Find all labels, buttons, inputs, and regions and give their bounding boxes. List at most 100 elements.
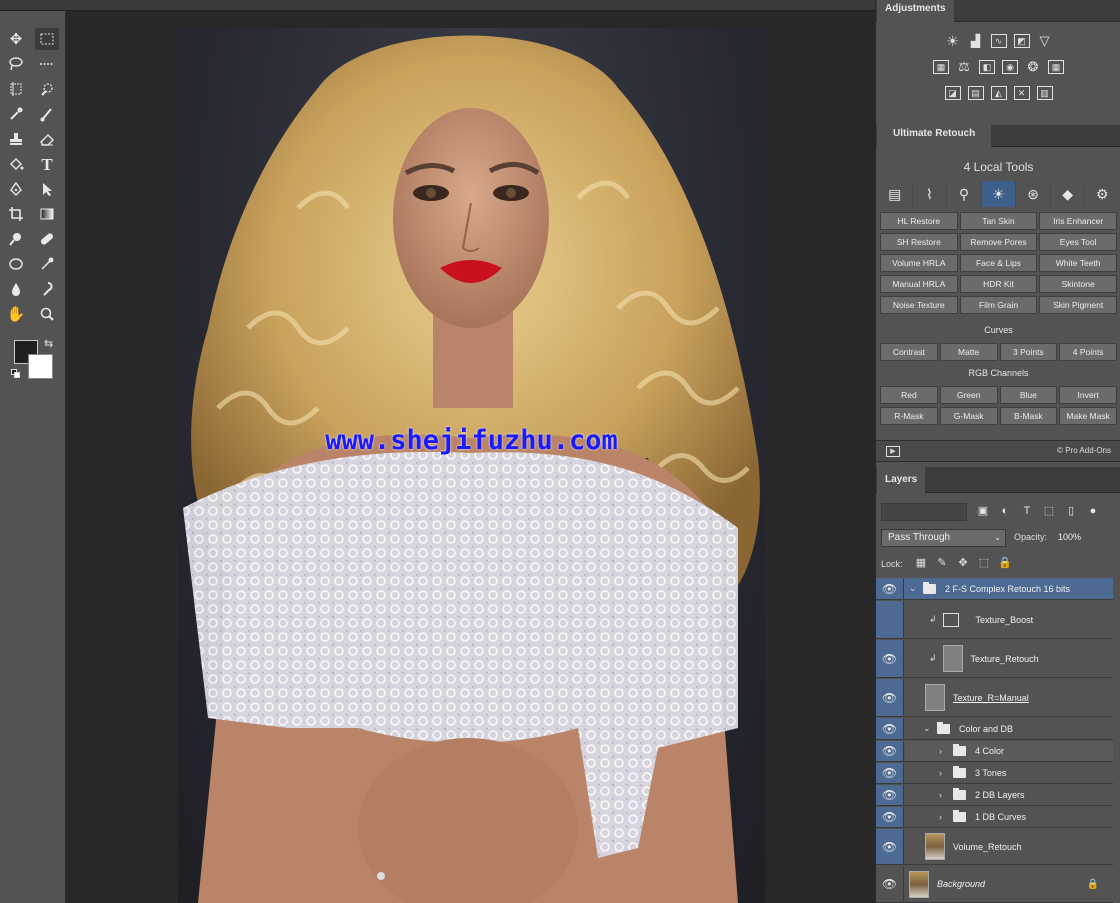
filter-toggle-icon[interactable]: ● <box>1086 503 1100 519</box>
tan-skin-button[interactable]: Tan Skin <box>959 212 1038 230</box>
white-teeth-button[interactable]: White Teeth <box>1039 254 1117 272</box>
image-filter-icon[interactable]: ▣ <box>976 503 990 519</box>
iris-enhancer-button[interactable]: Iris Enhancer <box>1039 212 1117 230</box>
layer-row[interactable]: 👁 ⌄ 2 F-S Complex Retouch 16 bits <box>876 578 1113 600</box>
four-points-button[interactable]: 4 Points <box>1059 343 1117 361</box>
red-button[interactable]: Red <box>880 386 938 404</box>
tab-layers[interactable]: Layers <box>877 467 926 493</box>
pulse-icon[interactable]: ⌇ <box>913 181 948 207</box>
hdr-kit-button[interactable]: HDR Kit <box>959 275 1038 293</box>
gradient-tool-icon[interactable] <box>35 203 59 225</box>
layer-row[interactable]: 👁 ⌄ Color and DB <box>876 718 1113 740</box>
chevron-right-icon[interactable]: › <box>939 812 947 822</box>
lock-position-icon[interactable]: ✥ <box>956 556 970 569</box>
layer-row[interactable]: 👁 › 4 Color <box>876 741 1113 762</box>
vibrance-icon[interactable]: ▽ <box>1037 33 1053 48</box>
layer-row[interactable]: 👁 Texture_R=Manual <box>876 679 1113 717</box>
layer-filter-input[interactable] <box>881 503 967 521</box>
crop-tool-icon[interactable] <box>4 203 28 225</box>
path-selection-icon[interactable] <box>35 178 59 200</box>
hue-saturation-icon[interactable]: ▦ <box>933 60 949 74</box>
visibility-eye-icon[interactable]: 👁 <box>876 679 904 716</box>
visibility-eye-icon[interactable]: 👁 <box>876 866 904 902</box>
document-canvas[interactable]: www.shejifuzhu.com <box>67 11 875 903</box>
matte-button[interactable]: Matte <box>939 343 998 361</box>
marquee-tool-icon[interactable] <box>35 28 59 50</box>
g-mask-button[interactable]: G-Mask <box>939 407 998 425</box>
lock-all-icon[interactable]: 🔒 <box>998 556 1012 569</box>
threshold-icon[interactable]: ◭ <box>990 86 1007 100</box>
blur-tool-icon[interactable] <box>4 278 28 300</box>
eyedropper-tool-icon[interactable] <box>4 103 28 125</box>
levels-icon[interactable]: ▟ <box>968 34 984 48</box>
brush-tool-icon[interactable] <box>35 103 59 125</box>
skintone-button[interactable]: Skintone <box>1039 275 1117 293</box>
visibility-eye-icon[interactable]: 👁 <box>876 578 904 599</box>
layer-row[interactable]: ↲ Texture_Boost <box>876 601 1113 639</box>
hand-tool-icon[interactable]: ✋ <box>4 303 28 325</box>
type-filter-icon[interactable]: T <box>1020 503 1034 519</box>
eyes-tool-button[interactable]: Eyes Tool <box>1039 233 1117 251</box>
gradient-map-icon[interactable]: ▥ <box>1036 86 1053 100</box>
tab-adjustments[interactable]: Adjustments <box>877 0 954 22</box>
curves-icon[interactable]: ∿ <box>990 34 1007 48</box>
lock-pixels-icon[interactable]: ✎ <box>935 556 949 569</box>
artboard-icon[interactable] <box>35 53 59 75</box>
frame-tool-icon[interactable] <box>4 78 28 100</box>
contrast-button[interactable]: Contrast <box>880 343 938 361</box>
move-tool-icon[interactable]: ✥ <box>4 28 28 50</box>
sun-icon[interactable]: ☀ <box>981 181 1017 207</box>
color-lookup-icon[interactable]: ▦ <box>1048 60 1064 74</box>
layer-row[interactable]: 👁 Volume_Retouch <box>876 829 1113 865</box>
brightness-icon[interactable]: ☀ <box>945 33 961 49</box>
hl-restore-button[interactable]: HL Restore <box>880 212 958 230</box>
make-mask-button[interactable]: Make Mask <box>1059 407 1117 425</box>
swap-colors-icon[interactable]: ⇆ <box>44 337 53 350</box>
zoom-lens-icon[interactable] <box>4 228 28 250</box>
visibility-eye-icon[interactable]: 👁 <box>876 785 904 805</box>
smudge-tool-icon[interactable] <box>35 278 59 300</box>
black-white-icon[interactable]: ◧ <box>979 60 995 74</box>
layer-row[interactable]: 👁 ↲ Texture_Retouch <box>876 640 1113 678</box>
exposure-icon[interactable]: ◩ <box>1013 34 1030 48</box>
green-button[interactable]: Green <box>939 386 998 404</box>
chevron-down-icon[interactable]: ⌄ <box>923 723 931 734</box>
layer-row[interactable]: 👁 › 1 DB Curves <box>876 807 1113 828</box>
noise-texture-button[interactable]: Noise Texture <box>880 296 958 314</box>
zoom-tool-icon[interactable] <box>35 303 59 325</box>
visibility-eye-icon[interactable]: 👁 <box>876 763 904 783</box>
selective-color-icon[interactable]: ✕ <box>1013 86 1030 100</box>
chevron-right-icon[interactable]: › <box>939 768 947 778</box>
blend-mode-select[interactable]: Pass Through ⌄ <box>881 529 1006 547</box>
sh-restore-button[interactable]: SH Restore <box>880 233 958 251</box>
adjustment-filter-icon[interactable]: ◐ <box>998 503 1012 519</box>
shape-filter-icon[interactable]: ⬚ <box>1042 503 1056 519</box>
volume-hrla-button[interactable]: Volume HRLA <box>880 254 958 272</box>
pen-tool-icon[interactable] <box>4 178 28 200</box>
visibility-empty[interactable] <box>876 601 904 638</box>
diamond-icon[interactable]: ◆ <box>1051 181 1086 207</box>
color-sampler-icon[interactable] <box>35 253 59 275</box>
remove-pores-button[interactable]: Remove Pores <box>959 233 1038 251</box>
skin-pigment-button[interactable]: Skin Pigment <box>1039 296 1117 314</box>
manual-hrla-button[interactable]: Manual HRLA <box>880 275 958 293</box>
photo-filter-icon[interactable]: ◉ <box>1002 60 1018 74</box>
visibility-eye-icon[interactable]: 👁 <box>876 640 904 677</box>
visibility-eye-icon[interactable]: 👁 <box>876 741 904 761</box>
three-points-button[interactable]: 3 Points <box>999 343 1058 361</box>
rgb-circles-icon[interactable]: ⊛ <box>1016 181 1051 207</box>
lock-artboard-icon[interactable]: ⬚ <box>977 556 991 569</box>
lasso-tool-icon[interactable] <box>4 53 28 75</box>
invert-icon[interactable]: ◪ <box>944 86 961 100</box>
magnifier-icon[interactable]: ⚲ <box>947 181 982 207</box>
visibility-eye-icon[interactable]: 👁 <box>876 829 904 864</box>
visibility-eye-icon[interactable]: 👁 <box>876 807 904 827</box>
color-balance-icon[interactable]: ⚖ <box>956 59 972 74</box>
invert-button[interactable]: Invert <box>1059 386 1117 404</box>
play-icon[interactable]: ▶ <box>886 446 900 457</box>
visibility-eye-icon[interactable]: 👁 <box>876 718 904 739</box>
film-grain-button[interactable]: Film Grain <box>959 296 1038 314</box>
type-tool-icon[interactable]: T <box>35 153 59 175</box>
settings-gear-icon[interactable]: ⚙ <box>1085 181 1119 207</box>
blue-button[interactable]: Blue <box>999 386 1058 404</box>
